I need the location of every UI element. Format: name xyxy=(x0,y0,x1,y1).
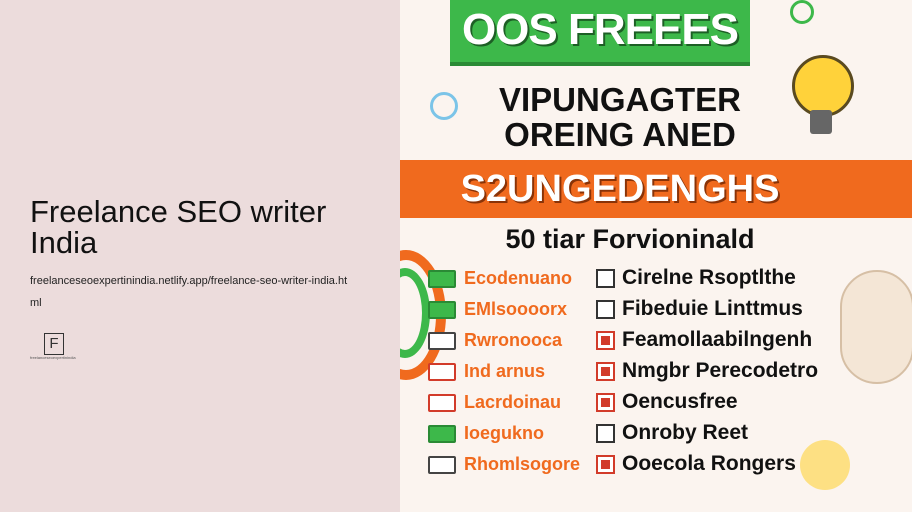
checklist-row: Rhomlsogore Ooecola Rongers xyxy=(428,451,888,477)
checklist-row-left-label: Rhomlsogore xyxy=(464,454,581,474)
logo-letter: F xyxy=(44,333,64,355)
poster-orange-band: S2UNGEDENGHS xyxy=(400,160,912,218)
checklist-row-left-label: Ind arnus xyxy=(464,361,546,381)
left-panel: Freelance SEO writer India freelanceseoe… xyxy=(0,0,400,512)
checkbox-icon xyxy=(596,362,615,381)
checklist-row: Ecodenuano Cirelne Rsoptlthe xyxy=(428,265,888,291)
checklist-row: Ind arnus Nmgbr Perecodetro xyxy=(428,358,888,384)
checklist-row-left-label: EMlsoooorx xyxy=(464,299,568,319)
checkbox-icon xyxy=(596,269,615,288)
checklist-row: Lacrdoinau Oencusfree xyxy=(428,389,888,415)
hero-poster-image: OOS FREEES VIPUNGAGTER OREING ANED S2UNG… xyxy=(400,0,912,512)
page-title: Freelance SEO writer India xyxy=(30,194,327,260)
checklist-row-right-label: Ooecola Rongers xyxy=(622,452,796,475)
checklist-row-marker-icon xyxy=(428,425,456,443)
poster-top-banner-text: OOS FREEES xyxy=(461,5,739,54)
checkbox-icon xyxy=(596,455,615,474)
checklist-row-left-label: Rwronooca xyxy=(464,330,563,350)
checklist-row-marker-icon xyxy=(428,301,456,319)
checklist-row-marker-icon xyxy=(428,456,456,474)
logo-caption: freelanceseoexpertinindia xyxy=(30,355,76,360)
lightbulb-base-icon xyxy=(810,110,832,134)
decorative-circle-icon xyxy=(790,0,814,24)
poster-band-text: S2UNGEDENGHS xyxy=(460,168,780,210)
checklist-row-left-label: Ioegukno xyxy=(464,423,544,443)
checkbox-icon xyxy=(596,424,615,443)
checklist-row-right-label: Oencusfree xyxy=(622,390,738,413)
checklist-row-marker-icon xyxy=(428,363,456,381)
site-logo[interactable]: F freelanceseoexpertinindia xyxy=(30,333,90,363)
checklist-row-right-label: Nmgbr Perecodetro xyxy=(622,359,819,382)
lightbulb-icon xyxy=(792,55,854,117)
checkbox-icon xyxy=(596,393,615,412)
checkbox-icon xyxy=(596,300,615,319)
checklist-row-left-label: Ecodenuano xyxy=(464,268,573,288)
checklist-row-left-label: Lacrdoinau xyxy=(464,392,562,412)
checklist-row: Ioegukno Onroby Reet xyxy=(428,420,888,446)
poster-headline-1: VIPUNGAGTER xyxy=(498,81,742,118)
checklist-row-right-label: Cirelne Rsoptlthe xyxy=(622,266,796,289)
page-url-link[interactable]: freelanceseoexpertinindia.netlify.app/fr… xyxy=(30,270,350,314)
checklist-row-marker-icon xyxy=(428,394,456,412)
poster-top-banner: OOS FREEES xyxy=(450,0,750,66)
checklist-row: EMlsoooorx Fibeduie Linttmus xyxy=(428,296,888,322)
checkbox-icon xyxy=(596,331,615,350)
poster-subhead: 50 tiar Forvioninald xyxy=(505,224,755,254)
checklist-row: Rwronooca Feamollaabilngenh xyxy=(428,327,888,353)
checklist-row-right-label: Feamollaabilngenh xyxy=(622,328,813,351)
checklist-row-right-label: Fibeduie Linttmus xyxy=(622,297,803,320)
checklist-row-marker-icon xyxy=(428,332,456,350)
checklist-row-marker-icon xyxy=(428,270,456,288)
checklist-row-right-label: Onroby Reet xyxy=(622,421,749,444)
poster-headline-2: OREING ANED xyxy=(504,116,736,153)
